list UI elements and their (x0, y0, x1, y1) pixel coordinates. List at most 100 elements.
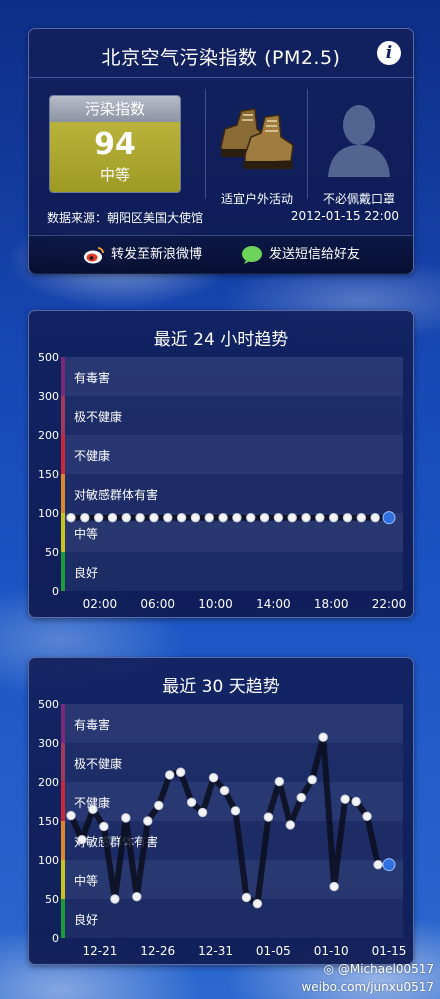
y-tick-label: 200 (38, 429, 59, 442)
share-bar: 转发至新浪微博 发送短信给好友 (29, 235, 413, 274)
data-point (259, 512, 270, 523)
data-point (340, 794, 350, 804)
y-tick-label: 0 (52, 585, 59, 598)
hiking-boots-icon (220, 108, 294, 169)
x-tick-label: 06:00 (140, 597, 175, 611)
band-label: 良好 (74, 912, 98, 927)
data-point (163, 512, 173, 523)
data-point (186, 797, 197, 807)
y-tick-label: 500 (38, 698, 59, 711)
data-point (218, 512, 228, 523)
data-point (121, 512, 132, 523)
aqi-level: 中等 (99, 166, 130, 184)
y-tick-label: 100 (38, 854, 59, 867)
y-tick-label: 0 (52, 932, 59, 945)
data-point (370, 512, 380, 523)
band-color-strip (61, 435, 65, 474)
trend-30d-panel: 最近 30 天趋势 有毒害 极不健康 不健康 对敏感群体有害 中等 良好 500 300 200… (28, 657, 414, 965)
data-source: 数据来源：朝阳区美国大使馆 (47, 211, 204, 225)
band-color-strip (61, 899, 65, 938)
data-point (164, 770, 175, 780)
band-label: 有毒害 (74, 717, 110, 732)
watermark-url: weibo.com/junxu0517 (301, 980, 434, 994)
data-point (149, 512, 159, 523)
band-row (65, 435, 403, 474)
data-point (208, 773, 219, 783)
current-aqi-panel: 北京空气污染指数 (PM2.5) i 污染指数 94 中等 适宜户外活动 不必佩… (28, 28, 414, 274)
data-point (301, 512, 311, 523)
band-row (65, 899, 403, 938)
activity-outdoor-label: 适宜户外活动 (220, 192, 293, 206)
watermark-handle: ◎ @Michael00517 (324, 962, 434, 976)
data-point (263, 812, 274, 822)
data-point (121, 813, 131, 823)
data-point (88, 804, 98, 815)
y-tick-label: 300 (38, 390, 59, 403)
band-color-strip (61, 474, 65, 513)
activity-mask-label: 不必佩戴口罩 (322, 192, 395, 206)
data-point (315, 512, 325, 523)
trend-24h-chart: 有毒害极不健康不健康对敏感群体有害中等良好5003002001501005000… (38, 351, 406, 611)
data-point (246, 512, 256, 523)
share-sms-button[interactable]: 发送短信给好友 (241, 245, 360, 265)
data-point (273, 512, 284, 523)
band-color-strip (61, 821, 65, 860)
band-color-strip (61, 743, 65, 782)
band-color-strip (61, 860, 65, 899)
data-point (274, 776, 285, 787)
share-weibo-label: 转发至新浪微博 (111, 247, 203, 262)
data-point (190, 512, 201, 523)
data-point (176, 512, 187, 523)
data-point (175, 767, 186, 777)
aqi-card-body: 94 中等 (50, 122, 180, 192)
timestamp: 2012-01-15 22:00 (290, 209, 399, 223)
aqi-value: 94 (94, 127, 136, 162)
trend-30d-chart: 有毒害极不健康不健康对敏感群体有害中等良好5003002001501005001… (38, 698, 407, 958)
band-row (65, 357, 403, 396)
data-point (154, 800, 164, 811)
data-point (110, 894, 120, 904)
band-label: 中等 (74, 873, 98, 888)
data-point (373, 859, 383, 870)
data-point (329, 881, 339, 892)
trend-24h-panel: 最近 24 小时趋势 有毒害 极不健康 不健康 对敏感群体有害 中等 良好 500 300 20… (28, 310, 414, 618)
band-color-strip (61, 552, 65, 591)
data-point (230, 806, 241, 816)
data-point (241, 892, 252, 903)
y-tick-label: 200 (38, 776, 59, 789)
x-tick-label: 14:00 (256, 597, 291, 611)
x-tick-label: 10:00 (198, 597, 233, 611)
x-tick-label: 02:00 (83, 597, 118, 611)
person-silhouette-icon (328, 105, 390, 177)
data-point (197, 807, 208, 818)
band-label: 极不健康 (74, 756, 122, 771)
data-point (318, 732, 328, 742)
band-row (65, 552, 403, 591)
y-tick-label: 50 (45, 546, 59, 559)
data-point (362, 811, 372, 822)
data-point (99, 821, 109, 832)
data-point (107, 512, 118, 523)
activity-outdoor: 适宜户外活动 (207, 89, 307, 209)
info-icon[interactable]: i (377, 41, 401, 65)
x-tick-label: 12-26 (140, 944, 175, 958)
data-point (356, 512, 367, 523)
band-color-strip (61, 513, 65, 552)
weibo-watermark-icon: ◎ (323, 962, 338, 976)
current-data-point (382, 511, 396, 525)
data-point (287, 512, 297, 523)
y-tick-label: 150 (38, 468, 59, 481)
data-point (93, 512, 104, 523)
band-label: 不健康 (74, 448, 110, 463)
divider (307, 89, 308, 199)
data-point (328, 512, 339, 523)
y-tick-label: 50 (45, 893, 59, 906)
x-tick-label: 01-05 (256, 944, 291, 958)
share-weibo-button[interactable]: 转发至新浪微博 (83, 245, 202, 265)
data-point (80, 512, 90, 523)
band-row (65, 704, 403, 743)
band-color-strip (61, 396, 65, 435)
data-point (135, 512, 145, 523)
x-tick-label: 01-15 (372, 944, 407, 958)
band-color-strip (61, 782, 65, 821)
